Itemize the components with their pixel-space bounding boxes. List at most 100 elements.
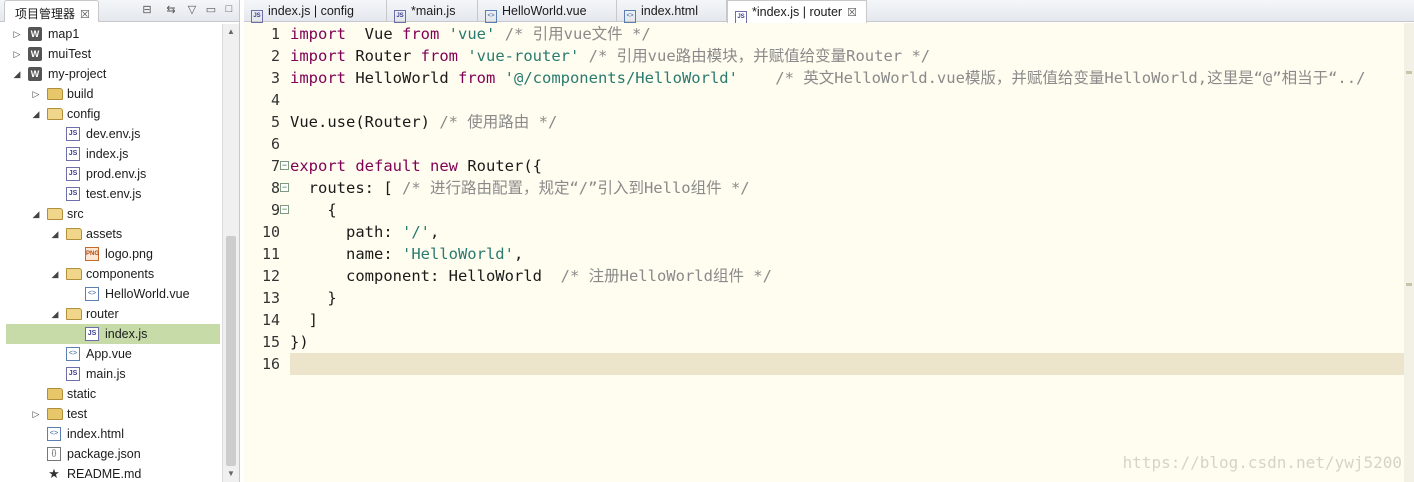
tree-item[interactable]: JS index.js <box>6 144 220 164</box>
tree-item[interactable]: ★ README.md <box>6 464 220 482</box>
line-number: 13 <box>261 289 280 307</box>
collapse-arrow-icon[interactable]: ◢ <box>31 104 41 124</box>
explorer-scrollbar[interactable]: ▲ ▼ <box>222 24 239 482</box>
code-token: { <box>290 201 337 219</box>
tree-item[interactable]: ▷ Wmap1 <box>6 24 220 44</box>
scroll-down-icon[interactable]: ▼ <box>223 466 239 482</box>
keyword-token: from <box>402 25 440 43</box>
tree-item[interactable]: static <box>6 384 220 404</box>
scroll-up-icon[interactable]: ▲ <box>223 24 239 40</box>
link-editor-icon[interactable]: ⇆ <box>164 3 178 16</box>
fold-toggle-icon[interactable]: − <box>280 183 289 192</box>
code-line[interactable]: { <box>290 199 337 221</box>
tree-item[interactable]: ◢ Wmy-project <box>6 64 220 84</box>
fold-toggle-icon[interactable]: − <box>280 161 289 170</box>
line-number: 7 <box>270 157 280 175</box>
tree-item[interactable]: PNG logo.png <box>6 244 220 264</box>
project-explorer: 项目管理器 ☒ ⊟ ⇆ ▽ ▭ □ ▷ Wmap1 ▷ WmuiTest ◢ Wmy-pro… <box>0 0 240 482</box>
string-token: 'vue' <box>448 25 496 43</box>
editor-overview-ruler[interactable] <box>1404 23 1414 482</box>
expand-arrow-icon[interactable]: ▷ <box>31 84 41 104</box>
collapse-all-icon[interactable]: ⊟ <box>140 3 154 16</box>
tree-item-label: muiTest <box>48 47 92 61</box>
tree-item-label: HelloWorld.vue <box>105 287 190 301</box>
editor-tab[interactable]: <> index.html <box>617 0 727 23</box>
collapse-arrow-icon[interactable]: ◢ <box>50 224 60 244</box>
close-tab-icon[interactable]: ☒ <box>847 7 857 19</box>
code-token: , <box>513 245 524 263</box>
code-line[interactable]: Vue.use(Router) /* 使用路由 */ <box>290 111 557 133</box>
code-line[interactable]: path: '/', <box>290 221 439 243</box>
editor-tab[interactable]: JS *main.js <box>387 0 478 23</box>
collapse-arrow-icon[interactable]: ◢ <box>31 204 41 224</box>
folder-open-icon <box>47 208 63 220</box>
expand-arrow-icon[interactable]: ▷ <box>31 404 41 424</box>
tree-item[interactable]: JS dev.env.js <box>6 124 220 144</box>
tree-item[interactable]: ◢ src <box>6 204 220 224</box>
code-line[interactable] <box>290 353 1404 375</box>
line-number: 15 <box>261 333 280 351</box>
tree-item[interactable]: JS main.js <box>6 364 220 384</box>
tree-item-label: prod.env.js <box>86 167 147 181</box>
tree-item[interactable]: ◢ assets <box>6 224 220 244</box>
scrollbar-thumb[interactable] <box>226 236 236 466</box>
overview-marker[interactable] <box>1406 283 1412 286</box>
tree-item[interactable]: ▷ test <box>6 404 220 424</box>
maximize-icon[interactable]: □ <box>222 3 236 15</box>
tree-item[interactable]: JS prod.env.js <box>6 164 220 184</box>
tree-item[interactable]: ◢ components <box>6 264 220 284</box>
editor-tab[interactable]: JS index.js | config <box>244 0 387 23</box>
code-token: path: <box>290 223 402 241</box>
code-token: Router <box>346 47 421 65</box>
expand-arrow-icon[interactable]: ▷ <box>12 44 22 64</box>
tree-item-label: main.js <box>86 367 126 381</box>
editor-tab[interactable]: <> HelloWorld.vue <box>478 0 617 23</box>
expand-arrow-icon[interactable]: ▷ <box>12 24 22 44</box>
line-number: 12 <box>261 267 280 285</box>
overview-marker[interactable] <box>1406 71 1412 74</box>
js-file-icon: JS <box>66 187 80 201</box>
minimize-icon[interactable]: ▭ <box>204 3 218 16</box>
code-line[interactable]: component: HelloWorld /* 注册HelloWorld组件 … <box>290 265 772 287</box>
code-line[interactable]: import Router from 'vue-router' /* 引用vue… <box>290 45 930 67</box>
editor-tab-label: *main.js <box>411 4 456 18</box>
collapse-arrow-icon[interactable]: ◢ <box>12 64 22 84</box>
tree-item[interactable]: <> HelloWorld.vue <box>6 284 220 304</box>
tree-item[interactable]: ▷ build <box>6 84 220 104</box>
code-line[interactable]: ] <box>290 309 318 331</box>
code-line[interactable]: name: 'HelloWorld', <box>290 243 523 265</box>
code-line[interactable]: import HelloWorld from '@/components/Hel… <box>290 67 1365 89</box>
keyword-token: new <box>430 157 459 175</box>
view-menu-icon[interactable]: ▽ <box>185 3 199 16</box>
tree-item[interactable]: <> App.vue <box>6 344 220 364</box>
keyword-token: default <box>355 157 421 175</box>
tree-item[interactable]: JS test.env.js <box>6 184 220 204</box>
tree-item[interactable]: <> index.html <box>6 424 220 444</box>
folder-open-icon <box>66 308 82 320</box>
explorer-title: 项目管理器 <box>15 7 76 21</box>
line-number: 11 <box>261 245 280 263</box>
tree-item[interactable]: JS index.js <box>6 324 220 344</box>
tree-item[interactable]: {} package.json <box>6 444 220 464</box>
code-line[interactable]: } <box>290 287 336 309</box>
editor-tab[interactable]: JS *index.js | router ☒ <box>727 0 867 24</box>
comment-token: /* 引用vue文件 */ <box>504 25 651 43</box>
code-line[interactable]: routes: [ /* 进行路由配置，规定“/”引入到Hello组件 */ <box>290 177 750 199</box>
tree-item[interactable]: ▷ WmuiTest <box>6 44 220 64</box>
editor-tab-label: index.js | config <box>268 4 354 18</box>
collapse-arrow-icon[interactable]: ◢ <box>50 304 60 324</box>
code-line[interactable]: import Vue from 'vue' /* 引用vue文件 */ <box>290 23 651 45</box>
tree-item[interactable]: ◢ config <box>6 104 220 124</box>
explorer-tab[interactable]: 项目管理器 ☒ <box>4 0 99 22</box>
html-file-icon: <> <box>624 10 636 23</box>
line-number: 1 <box>270 25 280 43</box>
collapse-arrow-icon[interactable]: ◢ <box>50 264 60 284</box>
code-token: Vue <box>346 25 402 43</box>
editor-tabbar: JS index.js | config JS *main.js <> HelloWorl… <box>244 0 1414 24</box>
code-line[interactable]: export default new Router({ <box>290 155 542 177</box>
code-area[interactable]: 1 2 3 4 5 6 7−8−9−10 11 12 13 14 15 16 import Vue fr… <box>244 23 1414 482</box>
tree-item[interactable]: ◢ router <box>6 304 220 324</box>
close-icon[interactable]: ☒ <box>80 9 90 21</box>
code-line[interactable]: }) <box>290 331 309 353</box>
fold-toggle-icon[interactable]: − <box>280 205 289 214</box>
